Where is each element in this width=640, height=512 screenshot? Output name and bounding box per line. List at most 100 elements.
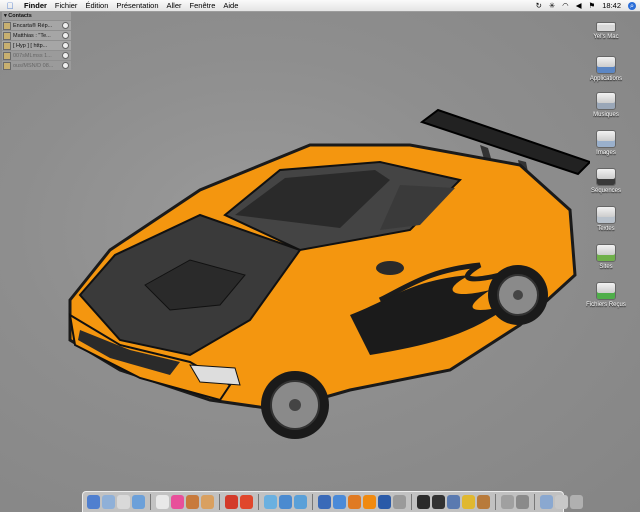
menu-aide[interactable]: Aide [219,1,242,10]
wifi-icon[interactable]: ◠ [562,1,569,10]
desktop-icon-label: Images [596,150,616,156]
menu-presentation[interactable]: Présentation [112,1,162,10]
desktop-icon-label: Fichiers Reçus [586,302,626,308]
desktop-icon-label: Musiques [593,112,619,118]
dock-separator [534,494,535,510]
contact-avatar [3,31,11,40]
desktop-icon-fichiers-rec-us[interactable]: Fichiers Reçus [586,282,626,308]
contact-row[interactable]: 007sMLmss 1... [2,50,71,60]
dock-sysprefs-icon[interactable] [516,495,529,509]
contact-row[interactable]: [ Hyp ] [ http... [2,40,71,50]
folder-icon [596,206,616,224]
desktop-icon-applications[interactable]: Applications [586,56,626,82]
folder-icon [596,282,616,300]
menu-clock[interactable]: 18:42 [602,1,621,10]
contact-avatar [3,21,11,30]
desktop-icon-label: Applications [589,76,623,82]
dock-ichat-icon[interactable] [201,495,214,509]
menu-fenetre[interactable]: Fenêtre [186,1,220,10]
folder-icon [596,130,616,148]
menu-aller[interactable]: Aller [163,1,186,10]
menu-fichier[interactable]: Fichier [51,1,82,10]
contact-row[interactable]: Encarta® Rép... [2,20,71,30]
hard-drive-icon [596,22,616,32]
contacts-widget: ▾ Contacts Encarta® Rép... Matthias : "Te… [2,12,71,70]
dock-address-icon[interactable] [393,495,406,509]
dock-separator [312,494,313,510]
dock-terminal-icon[interactable] [432,495,445,509]
dock-mail-icon[interactable] [102,495,115,509]
contact-status-icon [62,32,69,39]
dock-separator [411,494,412,510]
dock-textedit-icon[interactable] [156,495,169,509]
contact-row[interactable]: Matthias : "Te... [2,30,71,40]
contacts-header[interactable]: ▾ Contacts [2,12,71,20]
menu-edition[interactable]: Édition [81,1,112,10]
desktop-icon-textes[interactable]: Textes [586,206,626,232]
dock-tools-icon[interactable] [501,495,514,509]
dock-separator [495,494,496,510]
dock-vlc-icon[interactable] [363,495,376,509]
flag-icon[interactable]: ⚑ [588,1,595,10]
desktop-icon-label: Séquences [590,188,622,194]
folder-icon [596,244,616,262]
contact-status-icon [62,42,69,49]
dock [82,491,583,512]
dock-screen-icon[interactable] [555,495,568,509]
folder-icon [596,92,616,110]
contact-avatar [3,51,11,60]
dock-folder-docs-icon[interactable] [540,495,553,509]
dock-flower-icon[interactable] [171,495,184,509]
spotlight-icon[interactable]: ⌕ [628,1,636,10]
dock-photo-icon[interactable] [186,495,199,509]
dock-bars-icon[interactable] [264,495,277,509]
bluetooth-icon[interactable]: ✳ [549,1,555,10]
contact-name: [ Hyp ] [ http... [13,42,48,49]
dock-finder-icon[interactable] [87,495,100,509]
dock-clock-app-icon[interactable] [318,495,331,509]
desktop-icon-sites[interactable]: Sites [586,244,626,270]
dock-spell-icon[interactable] [225,495,238,509]
menu-finder[interactable]: Finder [20,1,51,10]
desktop-icon-label: Sites [599,264,613,270]
contact-name: 007sMLmss 1... [13,52,52,59]
apple-menu-icon[interactable]:  [0,1,20,11]
contact-status-icon [62,22,69,29]
desktop-icon-images[interactable]: Images [586,130,626,156]
dock-itunes-icon[interactable] [132,495,145,509]
dock-ical-icon[interactable] [117,495,130,509]
dock-trash-icon[interactable] [570,495,583,509]
dock-sherlock-icon[interactable] [477,495,490,509]
dock-firefox-icon[interactable] [348,495,361,509]
contact-status-icon [62,52,69,59]
dock-preview-icon[interactable] [447,495,460,509]
dock-separator [219,494,220,510]
dock-network-icon[interactable] [462,495,475,509]
contact-name: ous/MSN/D 08... [13,62,54,69]
desktop-icon-musiques[interactable]: Musiques [586,92,626,118]
dock-dashboard-icon[interactable] [417,495,430,509]
dock-red-app-icon[interactable] [240,495,253,509]
wallpaper-car-illustration [68,108,590,439]
contacts-title: Contacts [8,13,32,19]
contact-name: Matthias : "Te... [13,32,51,39]
contact-name: Encarta® Rép... [13,22,53,29]
sync-icon[interactable]: ↻ [536,1,542,10]
dock-separator [258,494,259,510]
contact-avatar [3,61,11,70]
contact-status-icon [62,62,69,69]
desktop-icon-label: Yel's Mac [593,34,619,40]
folder-icon [596,56,616,74]
dock-quicktime-icon[interactable] [378,495,391,509]
contact-row[interactable]: ous/MSN/D 08... [2,60,71,70]
desktop-icon-se-quences[interactable]: Séquences [586,168,626,194]
volume-icon[interactable]: ◀ [576,1,582,10]
menu-bar:  FinderFichierÉditionPrésentationAllerF… [0,0,640,12]
dock-waves-icon[interactable] [294,495,307,509]
dock-bluebars-icon[interactable] [279,495,292,509]
dock-separator [150,494,151,510]
folder-icon [596,168,616,186]
menu-extras: ↻ ✳ ◠ ◀ ⚑ 18:42 ⌕ [536,0,636,11]
dock-safari-icon[interactable] [333,495,346,509]
desktop-icon-yel-s-mac[interactable]: Yel's Mac [586,16,626,40]
